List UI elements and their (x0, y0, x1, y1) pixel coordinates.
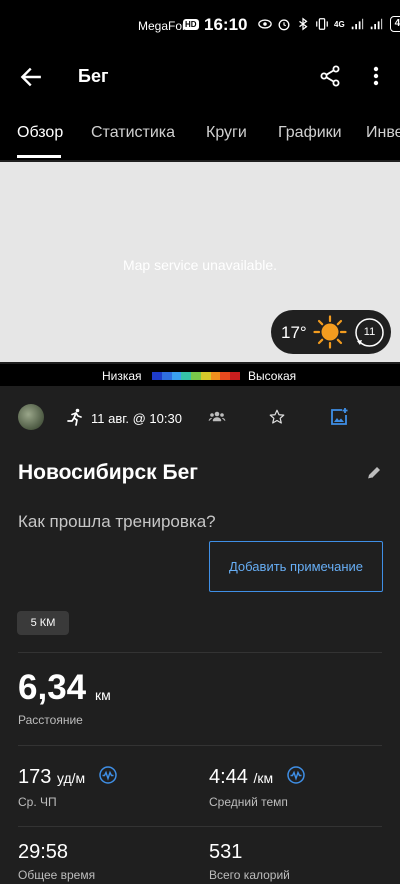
avg-pace-number: 4:44 (209, 766, 248, 788)
divider (18, 652, 382, 653)
calories-value: 531 (209, 841, 243, 863)
tab-indicator (17, 155, 61, 158)
tab-statistics[interactable]: Статистика (91, 124, 175, 142)
legend-color-segment (161, 372, 172, 380)
map-unavailable-message: Map service unavailable. (122, 257, 278, 273)
avg-hr-label: Ср. ЧП (18, 795, 57, 809)
app-bar: Бег (0, 52, 400, 102)
legend-low-label: Низкая (102, 369, 142, 383)
legend-high-label: Высокая (248, 369, 297, 383)
activity-title: Новосибирск Бег (18, 461, 199, 484)
legend-color-segment (210, 372, 221, 380)
activity-date: 11 авг. @ 10:30 (91, 411, 182, 426)
calories-label: Всего калорий (209, 868, 290, 882)
distance-unit: км (95, 687, 111, 703)
eye-icon (258, 19, 272, 29)
signal-icon (351, 18, 363, 30)
status-icons: 4G 44 (258, 16, 400, 32)
page-title: Бег (78, 66, 109, 86)
group-icon[interactable] (208, 409, 226, 425)
battery-indicator: 44 (389, 16, 400, 32)
more-vert-icon[interactable] (364, 64, 388, 88)
avg-hr-value: 173 уд/м (18, 766, 85, 789)
avg-hr-number: 173 (18, 766, 52, 788)
tab-equipment[interactable]: Инве (366, 124, 400, 142)
bluetooth-icon (299, 17, 308, 31)
workout-feedback-prompt: Как прошла тренировка? (18, 512, 216, 531)
network-type: 4G (334, 19, 345, 29)
divider (18, 826, 382, 827)
carrier-name: MegaFon (138, 19, 189, 33)
avg-pace-unit: /км (253, 770, 274, 786)
legend-color-segment (230, 372, 241, 380)
route-map[interactable]: Map service unavailable. 17° 11 (0, 162, 400, 362)
legend-color-segment (181, 372, 192, 380)
weather-widget: 17° 11 (271, 310, 391, 354)
avatar[interactable] (18, 404, 44, 430)
wind-speed: 11 (363, 326, 376, 338)
back-arrow-icon[interactable] (18, 64, 44, 90)
avg-pace-chart-icon[interactable] (287, 766, 305, 784)
tab-charts[interactable]: Графики (278, 124, 342, 142)
legend-color-scale (152, 372, 241, 380)
avg-hr-unit: уд/м (56, 770, 86, 786)
legend-color-segment (191, 372, 201, 380)
total-time-value: 29:58 (18, 841, 69, 863)
tab-bar: Обзор Статистика Круги Графики Инве (0, 102, 400, 160)
hd-badge: HD (183, 19, 199, 30)
legend-color-segment (171, 372, 182, 380)
legend-color-segment (220, 372, 231, 380)
edit-pencil-icon[interactable] (365, 464, 383, 482)
status-bar: MegaFon HD 16:10 4G 44 (0, 0, 400, 52)
add-photo-icon[interactable] (329, 407, 349, 427)
distance-value: 6,34 (18, 668, 87, 707)
sun-icon (313, 315, 347, 349)
avg-pace-value: 4:44 /км (209, 766, 273, 789)
legend-color-segment (200, 372, 211, 380)
tab-overview[interactable]: Обзор (17, 124, 63, 142)
total-time-label: Общее время (18, 868, 96, 882)
divider (18, 745, 382, 746)
avg-hr-chart-icon[interactable] (99, 766, 117, 784)
distance-chip: 5 КМ (17, 611, 69, 635)
clock: 16:10 (204, 15, 248, 34)
running-icon (67, 408, 82, 426)
distance-label: Расстояние (18, 713, 83, 727)
share-icon[interactable] (318, 64, 342, 88)
avg-pace-label: Средний темп (209, 795, 288, 809)
add-note-button[interactable]: Добавить примечание (209, 541, 383, 592)
tab-laps[interactable]: Круги (206, 124, 247, 142)
vibrate-icon (316, 18, 328, 30)
alarm-icon (278, 19, 290, 31)
legend-color-segment (152, 372, 162, 380)
weather-temperature: 17° (281, 323, 307, 342)
star-icon[interactable] (268, 408, 286, 426)
signal-icon-2 (370, 18, 382, 30)
intensity-legend: Низкая Высокая (0, 364, 400, 386)
